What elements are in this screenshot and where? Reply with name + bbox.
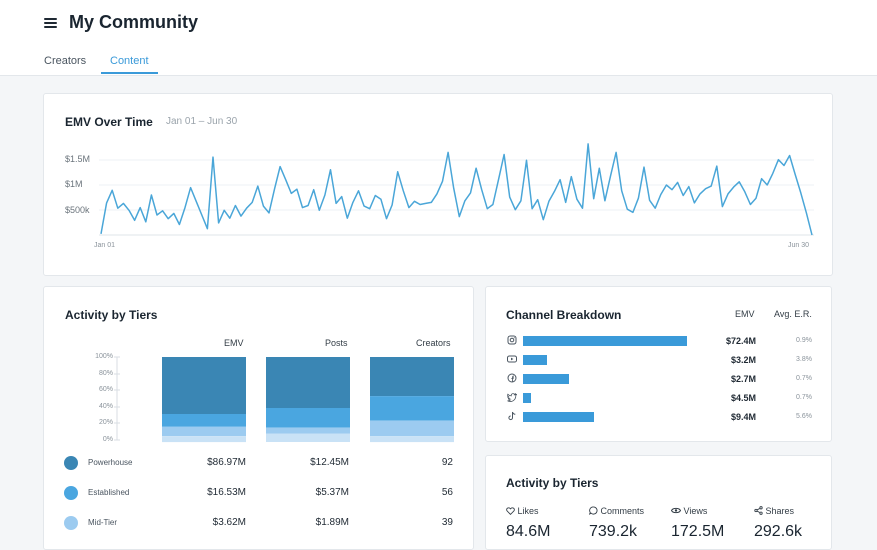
stack-segment-emv-2 (162, 426, 246, 436)
instagram-icon (506, 335, 517, 346)
eye-icon (670, 506, 682, 516)
stack-segment-emv-0 (162, 357, 246, 414)
metric-value: 292.6k (754, 523, 803, 540)
metric-comments: Comments (588, 506, 645, 517)
column-header-emv: EMV (735, 309, 755, 319)
legend-label: Mid-Tier (88, 518, 118, 527)
tier-posts-value: $1.89M (315, 517, 349, 528)
channel-emv-value: $9.4M (730, 412, 756, 422)
channel-card-title: Channel Breakdown (506, 308, 622, 322)
hamburger-menu-icon[interactable] (44, 16, 58, 30)
tier-posts-value: $5.37M (315, 487, 349, 498)
stack-segment-creators-0 (370, 357, 454, 397)
tier-creators-value: 39 (441, 517, 453, 528)
stack-segment-posts-1 (266, 408, 350, 428)
channel-er-value: 5.6% (796, 413, 812, 420)
tier-creators-value: 56 (441, 487, 453, 498)
metric-label: Shares (765, 506, 795, 516)
tab-creators[interactable]: Creators (44, 55, 86, 67)
column-header-avg-er: Avg. E.R. (774, 309, 812, 319)
legend-label: Established (88, 488, 130, 497)
stack-segment-creators-3 (370, 436, 454, 443)
metric-value: 739.2k (589, 523, 638, 540)
x-tick-label: Jan 01 (94, 242, 116, 249)
activity-by-tiers-card: Activity by Tiers EMV Posts Creators 100… (43, 286, 474, 550)
channel-emv-value: $4.5M (730, 393, 756, 403)
channel-emv-value: $3.2M (730, 355, 756, 365)
tiktok-icon (506, 411, 517, 422)
channel-breakdown-card: Channel Breakdown EMV Avg. E.R. $72.4M 0… (485, 286, 832, 442)
facebook-icon (506, 373, 517, 384)
tier-emv-value: $16.53M (207, 487, 246, 498)
tiers-stacked-bar-chart (114, 356, 454, 443)
stack-segment-posts-3 (266, 433, 350, 442)
metric-shares: Shares (754, 506, 794, 517)
channel-er-value: 0.7% (796, 375, 812, 382)
legend-dot-established (64, 486, 78, 500)
twitter-icon (506, 392, 517, 403)
activity-metrics-card: Activity by Tiers Likes 84.6M Comments 7… (485, 455, 832, 550)
comment-icon (588, 506, 598, 517)
emv-over-time-card: EMV Over Time Jan 01 – Jun 30 $1.5M $1M … (43, 93, 833, 276)
tier-emv-value: $3.62M (212, 517, 246, 528)
stack-segment-creators-1 (370, 396, 454, 421)
activity-card-title: Activity by Tiers (506, 476, 599, 490)
tab-content[interactable]: Content (110, 55, 149, 67)
stack-segment-posts-0 (266, 357, 350, 408)
emv-series-line (100, 143, 813, 236)
stack-segment-posts-2 (266, 427, 350, 434)
legend-label: Powerhouse (88, 458, 133, 467)
channel-er-value: 0.9% (796, 337, 812, 344)
channel-bar (523, 355, 547, 365)
tier-posts-value: $12.45M (310, 457, 349, 468)
tier-creators-value: 92 (441, 457, 453, 468)
metric-label: Likes (517, 506, 539, 516)
stack-segment-emv-1 (162, 414, 246, 427)
channel-bar (523, 336, 687, 346)
legend-dot-powerhouse (64, 456, 78, 470)
metric-value: 84.6M (506, 523, 551, 540)
active-tab-indicator (101, 72, 158, 74)
channel-bar (523, 393, 531, 403)
channel-emv-value: $72.4M (725, 336, 756, 346)
emv-line-chart (99, 143, 814, 236)
page-title: My Community (69, 12, 199, 32)
heart-icon (506, 507, 515, 517)
metric-value: 172.5M (671, 523, 725, 540)
metric-likes: Likes (506, 506, 539, 517)
legend-dot-mid-tier (64, 516, 78, 530)
metric-views: Views (670, 506, 708, 516)
stack-segment-emv-3 (162, 436, 246, 443)
channel-bar (523, 412, 594, 422)
tier-emv-value: $86.97M (207, 457, 246, 468)
metric-label: Views (683, 506, 708, 516)
channel-emv-value: $2.7M (730, 374, 756, 384)
share-icon (754, 506, 763, 517)
channel-er-value: 0.7% (796, 394, 812, 401)
channel-er-value: 3.8% (796, 356, 812, 363)
channel-bar (523, 374, 569, 384)
x-tick-label: Jun 30 (788, 242, 810, 249)
page-header: My Community Creators Content (0, 0, 877, 76)
metric-label: Comments (600, 506, 645, 516)
youtube-icon (506, 354, 517, 365)
stack-segment-creators-2 (370, 420, 454, 437)
